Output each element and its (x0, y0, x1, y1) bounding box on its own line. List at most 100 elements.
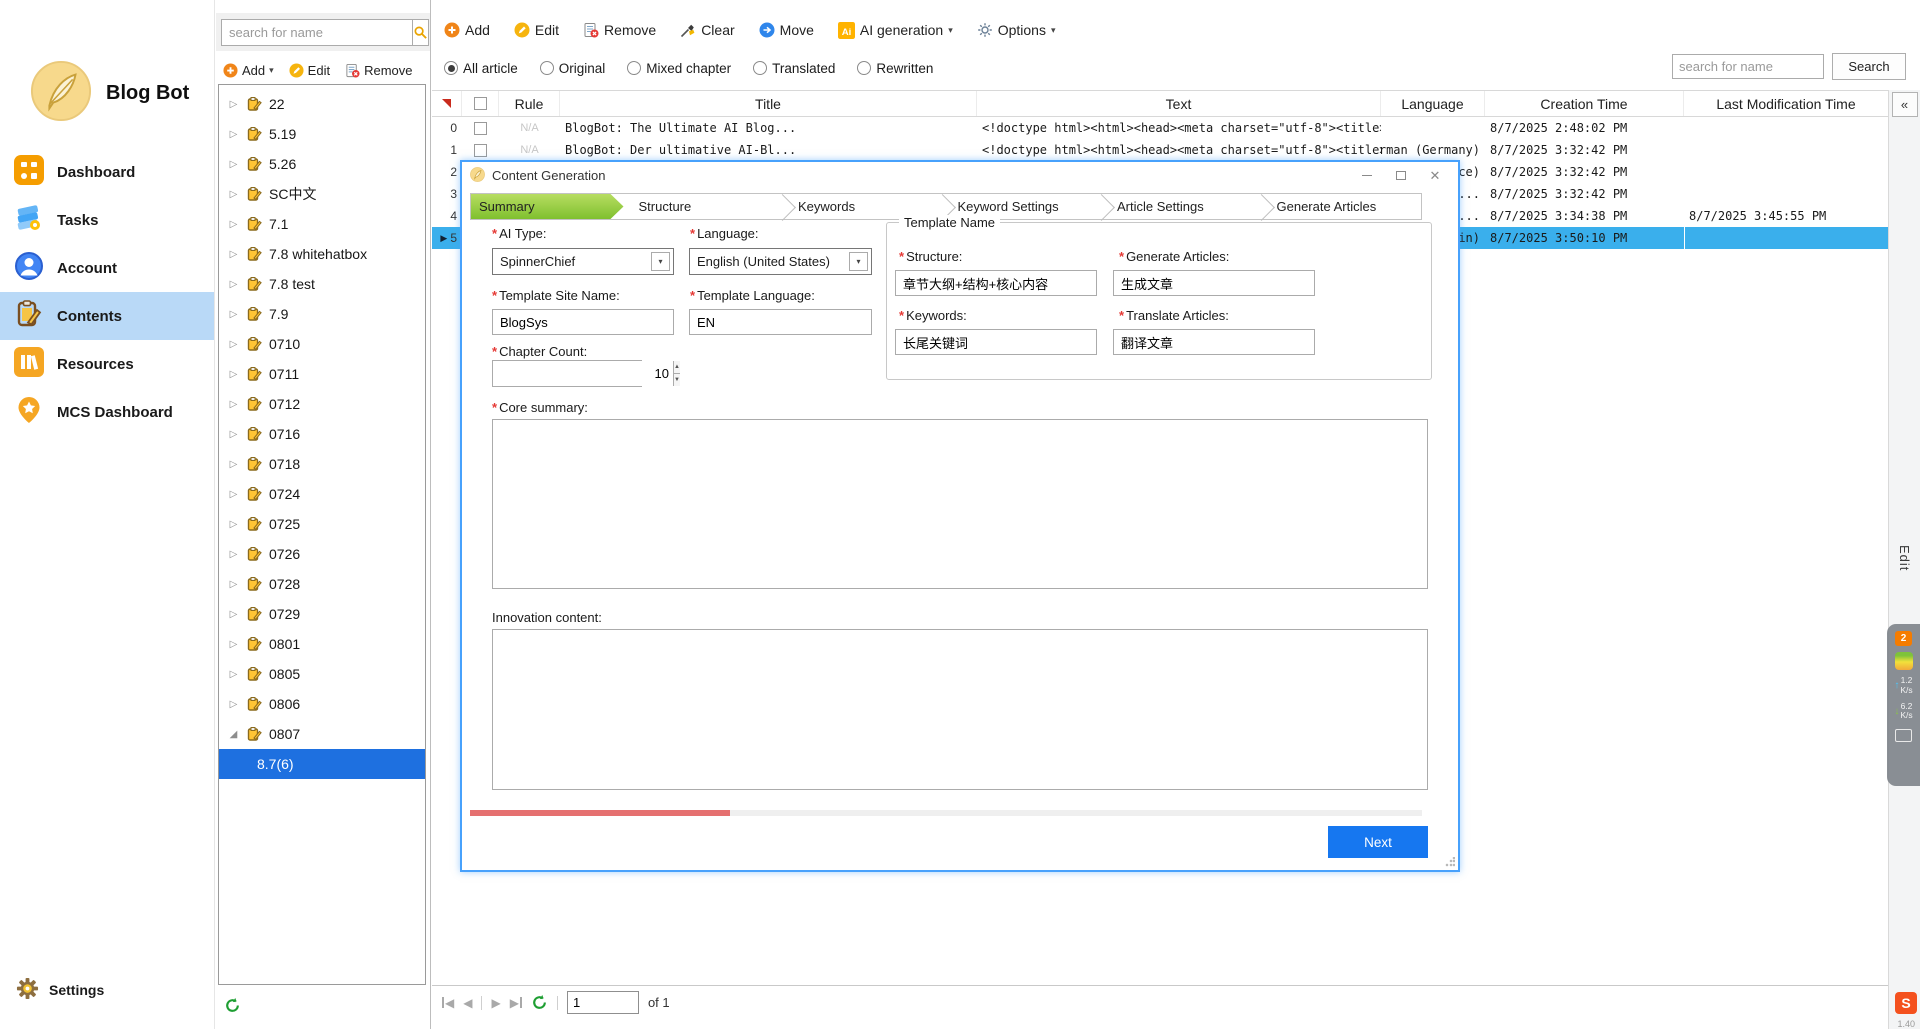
ai-type-select[interactable]: SpinnerChief ▾ (492, 248, 674, 275)
tree-item[interactable]: ▷ 0725 (219, 509, 425, 539)
tree-item[interactable]: ▷ 0712 (219, 389, 425, 419)
sidebar-item-mcs-dashboard[interactable]: MCS Dashboard (0, 388, 214, 436)
tree-item[interactable]: ▷ 7.8 test (219, 269, 425, 299)
chapter-count-input[interactable] (493, 361, 673, 386)
expand-toggle-icon[interactable]: ▷ (228, 189, 239, 200)
sidebar-item-dashboard[interactable]: Dashboard (0, 148, 214, 196)
tree-item[interactable]: ▷ 22 (219, 89, 425, 119)
chapter-count-stepper[interactable]: ▲ ▼ (492, 360, 642, 387)
tree-refresh-button[interactable] (224, 997, 241, 1019)
expand-toggle-icon[interactable]: ▷ (228, 429, 239, 440)
network-monitor-widget[interactable]: 2 ↑ 1.2K/s ↓ 6.2K/s (1887, 624, 1920, 786)
dialog-minimize-button[interactable] (1360, 169, 1374, 183)
select-all-corner[interactable] (432, 91, 462, 116)
column-creation-time[interactable]: Creation Time (1485, 91, 1684, 116)
generate-articles-input[interactable] (1113, 270, 1315, 296)
filter-radio[interactable]: Mixed chapter (627, 61, 731, 76)
tree-item[interactable]: ◢ 0807 (219, 719, 425, 749)
page-number-input[interactable] (567, 991, 639, 1014)
template-site-name-input[interactable] (492, 309, 674, 335)
column-title[interactable]: Title (560, 91, 977, 116)
expand-toggle-icon[interactable]: ▷ (228, 549, 239, 560)
keywords-input[interactable] (895, 329, 1097, 355)
tree-add-button[interactable]: Add ▾ (223, 63, 274, 78)
app-shortcut-icon[interactable] (1895, 652, 1913, 670)
stepper-down-button[interactable]: ▼ (674, 374, 680, 386)
structure-input[interactable] (895, 270, 1097, 296)
clear-button[interactable]: Clear (680, 22, 734, 38)
expand-toggle-icon[interactable]: ▷ (228, 579, 239, 590)
tree-item[interactable]: ▷ 7.9 (219, 299, 425, 329)
first-page-button[interactable]: ◀ (442, 996, 454, 1010)
translate-articles-input[interactable] (1113, 329, 1315, 355)
expand-toggle-icon[interactable]: ▷ (228, 99, 239, 110)
column-text[interactable]: Text (977, 91, 1381, 116)
expand-toggle-icon[interactable]: ▷ (228, 339, 239, 350)
move-button[interactable]: Move (759, 22, 814, 38)
edit-button[interactable]: Edit (514, 22, 559, 38)
expand-toggle-icon[interactable]: ▷ (228, 249, 239, 260)
dialog-maximize-button[interactable] (1394, 169, 1408, 183)
tree-item[interactable]: ▷ 0711 (219, 359, 425, 389)
tree-item[interactable]: ▷ 0724 (219, 479, 425, 509)
tree-edit-button[interactable]: Edit (289, 63, 330, 78)
table-row[interactable]: 0 N/A BlogBot: The Ultimate AI Blog... <… (432, 117, 1888, 139)
tree-item[interactable]: ▷ 5.26 (219, 149, 425, 179)
filter-radio[interactable]: Translated (753, 61, 835, 76)
sidebar-item-settings[interactable]: Settings (16, 977, 104, 1003)
select-all-checkbox[interactable] (474, 97, 487, 110)
last-page-button[interactable]: ▶ (510, 996, 522, 1010)
expand-toggle-icon[interactable]: ▷ (228, 489, 239, 500)
collapse-panel-button[interactable]: « (1892, 92, 1918, 117)
expand-toggle-icon[interactable]: ▷ (228, 639, 239, 650)
tree-item[interactable]: ▷ 7.1 (219, 209, 425, 239)
tray-app-icon[interactable]: S (1895, 992, 1917, 1014)
wizard-step[interactable]: Generate Articles (1262, 194, 1422, 219)
core-summary-textarea[interactable] (492, 419, 1428, 589)
next-page-button[interactable]: ▶ (491, 996, 500, 1010)
expand-toggle-icon[interactable]: ▷ (228, 129, 239, 140)
resize-grip[interactable] (1445, 857, 1455, 867)
column-language[interactable]: Language (1381, 91, 1485, 116)
tree-item[interactable]: ▷ 0805 (219, 659, 425, 689)
language-select[interactable]: English (United States) ▾ (689, 248, 872, 275)
wizard-step[interactable]: Structure (624, 194, 784, 219)
tree-search-input[interactable] (221, 19, 413, 46)
filter-radio[interactable]: All article (444, 61, 518, 76)
sidebar-item-tasks[interactable]: Tasks (0, 196, 214, 244)
table-row[interactable]: 1 N/A BlogBot: Der ultimative AI-Bl... <… (432, 139, 1888, 161)
search-button[interactable]: Search (1832, 53, 1906, 80)
tree-item[interactable]: ▷ SC中文 (219, 179, 425, 209)
edit-side-tab[interactable]: Edit (1897, 545, 1912, 571)
tree-item[interactable]: ▷ 0806 (219, 689, 425, 719)
column-rule[interactable]: Rule (499, 91, 560, 116)
expand-toggle-icon[interactable]: ▷ (228, 309, 239, 320)
refresh-button[interactable] (531, 994, 548, 1011)
tree-remove-button[interactable]: Remove (345, 63, 412, 78)
expand-toggle-icon[interactable]: ▷ (228, 699, 239, 710)
row-checkbox[interactable] (474, 144, 487, 157)
screen-icon[interactable] (1895, 729, 1912, 742)
chevron-down-icon[interactable]: ▾ (651, 252, 670, 271)
expand-toggle-icon[interactable]: ◢ (228, 729, 239, 740)
tree-item[interactable]: ▷ 0729 (219, 599, 425, 629)
expand-toggle-icon[interactable]: ▷ (228, 369, 239, 380)
expand-toggle-icon[interactable]: ▷ (228, 219, 239, 230)
expand-toggle-icon[interactable]: ▷ (228, 279, 239, 290)
wizard-step[interactable]: Summary (471, 194, 624, 219)
tree-item[interactable]: ▷ 0716 (219, 419, 425, 449)
table-search-input[interactable] (1672, 54, 1824, 79)
sidebar-item-contents[interactable]: Contents (0, 292, 214, 340)
tree-search-button[interactable] (413, 19, 429, 46)
ai-generation-button[interactable]: Ai AI generation ▾ (838, 22, 953, 39)
stepper-up-button[interactable]: ▲ (674, 361, 680, 374)
template-language-input[interactable] (689, 309, 872, 335)
tree-item[interactable]: ▷ 5.19 (219, 119, 425, 149)
row-checkbox[interactable] (474, 122, 487, 135)
filter-radio[interactable]: Original (540, 61, 606, 76)
options-button[interactable]: Options ▾ (977, 22, 1056, 38)
remove-button[interactable]: Remove (583, 22, 656, 38)
add-button[interactable]: Add (444, 22, 490, 38)
tree-item[interactable]: ▷ 0726 (219, 539, 425, 569)
filter-radio[interactable]: Rewritten (857, 61, 933, 76)
